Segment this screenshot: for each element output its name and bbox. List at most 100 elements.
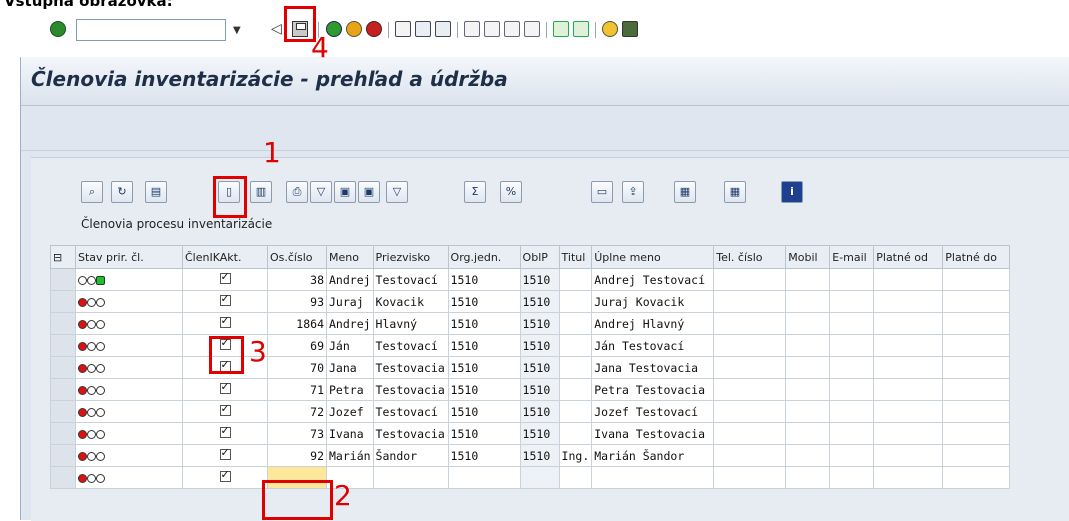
full-name-cell: Marián Šandor xyxy=(591,444,715,467)
shortcut-icon[interactable] xyxy=(573,21,589,37)
annotation-number-1: 1 xyxy=(263,136,281,169)
enter-check-icon[interactable] xyxy=(50,21,66,37)
refresh-icon[interactable]: ↻ xyxy=(111,181,133,203)
table-row[interactable]: 70JanaTestovacia15101510Jana Testovacia xyxy=(50,356,1011,379)
checkbox[interactable] xyxy=(219,446,231,460)
column-header[interactable]: Titul xyxy=(558,245,593,269)
checkbox[interactable] xyxy=(219,402,231,416)
print-icon[interactable] xyxy=(395,21,411,37)
print-preview-icon[interactable]: ▭ xyxy=(591,181,613,203)
export-icon[interactable]: ⇪ xyxy=(622,181,644,203)
clipboard-icon[interactable]: ▤ xyxy=(145,181,167,203)
set-filter-icon[interactable]: ▽ xyxy=(386,181,408,203)
command-field[interactable] xyxy=(76,19,226,41)
back-arrow-icon[interactable]: ◁ xyxy=(271,21,282,37)
details-icon[interactable]: ⌕ xyxy=(81,181,103,203)
exit-icon[interactable] xyxy=(346,21,362,37)
layout-icon[interactable] xyxy=(622,21,638,37)
table-row[interactable]: 73IvanaTestovacia15101510Ivana Testovaci… xyxy=(50,422,1011,445)
row-selector[interactable] xyxy=(50,334,76,357)
prev-page-icon[interactable] xyxy=(484,21,500,37)
active-checkbox[interactable] xyxy=(182,444,268,467)
row-selector[interactable] xyxy=(50,444,76,467)
mobile-cell xyxy=(785,334,831,357)
checkbox[interactable] xyxy=(219,424,231,438)
column-header[interactable]: Platné do xyxy=(942,245,1011,269)
title-cell: Ing. xyxy=(558,444,593,467)
status-cell xyxy=(75,268,183,291)
checkbox[interactable] xyxy=(219,270,231,284)
column-header[interactable]: Úplne meno xyxy=(591,245,715,269)
phone-cell xyxy=(713,312,787,335)
org-unit-cell: 1510 xyxy=(447,268,521,291)
table-row[interactable]: 93JurajKovacik15101510Juraj Kovacik xyxy=(50,290,1011,313)
active-checkbox[interactable] xyxy=(182,312,268,335)
column-header[interactable]: E-mail xyxy=(829,245,875,269)
find-next-icon[interactable] xyxy=(435,21,451,37)
filter-icon[interactable]: ▽ xyxy=(310,181,332,203)
row-selector[interactable] xyxy=(50,422,76,445)
chevron-down-icon[interactable]: ▼ xyxy=(233,25,241,36)
column-header[interactable]: ČlenIKAkt. xyxy=(182,245,268,269)
area-cell: 1510 xyxy=(519,422,560,445)
active-checkbox[interactable] xyxy=(182,466,268,489)
email-cell xyxy=(829,290,875,313)
help-icon[interactable] xyxy=(602,21,618,37)
column-header[interactable]: Priezvisko xyxy=(372,245,449,269)
checkbox[interactable] xyxy=(219,292,231,306)
select-all-header[interactable]: ⊟ xyxy=(50,245,76,269)
last-page-icon[interactable] xyxy=(524,21,540,37)
active-checkbox[interactable] xyxy=(182,422,268,445)
column-header[interactable]: Org.jedn. xyxy=(447,245,521,269)
print-icon[interactable]: ⎙ xyxy=(286,181,308,203)
valid-from-cell xyxy=(873,356,944,379)
column-header[interactable]: Stav prir. čl. xyxy=(75,245,183,269)
table-row[interactable]: 38AndrejTestovací15101510Andrej Testovac… xyxy=(50,268,1011,291)
table-row[interactable] xyxy=(50,466,1011,489)
table-row[interactable]: 69JánTestovací15101510Ján Testovací xyxy=(50,334,1011,357)
row-selector[interactable] xyxy=(50,356,76,379)
row-selector[interactable] xyxy=(50,312,76,335)
active-checkbox[interactable] xyxy=(182,378,268,401)
active-checkbox[interactable] xyxy=(182,400,268,423)
copy-row-icon[interactable]: ▥ xyxy=(250,181,272,203)
subtotal-icon[interactable]: % xyxy=(500,181,522,203)
checkbox[interactable] xyxy=(219,314,231,328)
checkbox[interactable] xyxy=(219,380,231,394)
column-header[interactable]: Mobil xyxy=(785,245,831,269)
first-name-cell: Andrej xyxy=(326,312,374,335)
new-session-icon[interactable] xyxy=(553,21,569,37)
find-icon[interactable]: ▣ xyxy=(334,181,356,203)
row-selector[interactable] xyxy=(50,268,76,291)
first-page-icon[interactable] xyxy=(464,21,480,37)
next-page-icon[interactable] xyxy=(504,21,520,37)
column-header[interactable]: Platné od xyxy=(873,245,944,269)
row-selector[interactable] xyxy=(50,400,76,423)
layout-icon[interactable]: ▦ xyxy=(724,181,746,203)
row-selector[interactable] xyxy=(50,466,76,489)
sum-icon[interactable]: Σ xyxy=(464,181,486,203)
info-icon[interactable]: i xyxy=(781,181,803,203)
area-cell: 1510 xyxy=(519,334,560,357)
status-cell xyxy=(75,400,183,423)
views-icon[interactable]: ▦ xyxy=(674,181,696,203)
column-header[interactable]: OblP xyxy=(519,245,560,269)
find-icon[interactable] xyxy=(415,21,431,37)
column-header[interactable]: Meno xyxy=(326,245,374,269)
column-header[interactable]: Tel. číslo xyxy=(713,245,787,269)
valid-to-cell xyxy=(942,290,1011,313)
row-selector[interactable] xyxy=(50,378,76,401)
cancel-icon[interactable] xyxy=(366,21,382,37)
active-checkbox[interactable] xyxy=(182,290,268,313)
active-checkbox[interactable] xyxy=(182,268,268,291)
table-row[interactable]: 72JozefTestovací15101510Jozef Testovací xyxy=(50,400,1011,423)
table-row[interactable]: 92MariánŠandor15101510Ing.Marián Šandor xyxy=(50,444,1011,467)
personnel-number-cell: 71 xyxy=(267,378,327,401)
find-next-icon[interactable]: ▣ xyxy=(358,181,380,203)
table-row[interactable]: 71PetraTestovacia15101510Petra Testovaci… xyxy=(50,378,1011,401)
column-header[interactable]: Os.číslo xyxy=(267,245,327,269)
row-selector[interactable] xyxy=(50,290,76,313)
table-header-row: ⊟ Stav prir. čl. ČlenIKAkt. Os.číslo Men… xyxy=(50,245,1011,269)
checkbox[interactable] xyxy=(219,468,231,482)
table-row[interactable]: 1864AndrejHlavný15101510Andrej Hlavný xyxy=(50,312,1011,335)
